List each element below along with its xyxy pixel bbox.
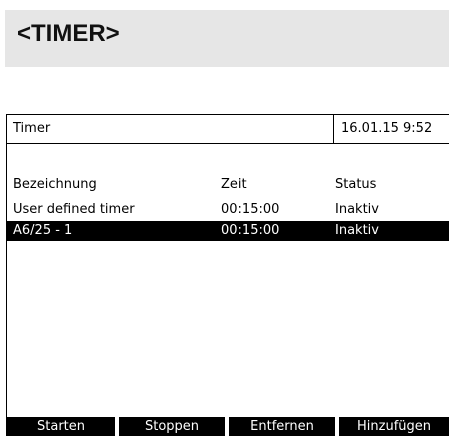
datetime-box: 16.01.15 9:52 (333, 115, 449, 143)
column-header-name: Bezeichnung (13, 177, 97, 192)
table-header: Bezeichnung Zeit Status (7, 175, 449, 195)
screen-title: Timer (13, 121, 51, 136)
start-button[interactable]: Starten (7, 417, 115, 436)
column-header-time: Zeit (221, 177, 247, 192)
timer-name: User defined timer (13, 202, 135, 217)
timer-status: Inaktiv (335, 202, 379, 217)
datetime-display: 16.01.15 9:52 (341, 121, 433, 136)
table-row[interactable]: User defined timer 00:15:00 Inaktiv (7, 200, 449, 220)
section-heading: <TIMER> (17, 20, 120, 47)
column-header-status: Status (335, 177, 377, 192)
timer-status: Inaktiv (335, 223, 379, 238)
remove-button[interactable]: Entfernen (229, 417, 335, 436)
device-screen: Timer 16.01.15 9:52 Bezeichnung Zeit Sta… (6, 114, 449, 436)
timer-time: 00:15:00 (221, 202, 280, 217)
stop-button[interactable]: Stoppen (119, 417, 225, 436)
table-row-selected[interactable]: A6/25 - 1 00:15:00 Inaktiv (7, 221, 449, 241)
timer-name: A6/25 - 1 (13, 223, 73, 238)
timer-time: 00:15:00 (221, 223, 280, 238)
add-button[interactable]: Hinzufügen (339, 417, 449, 436)
softkey-bar: Starten Stoppen Entfernen Hinzufügen (7, 417, 449, 436)
screen-title-bar: Timer 16.01.15 9:52 (7, 115, 449, 144)
manual-page: <TIMER> Timer 16.01.15 9:52 Bezeichnung … (0, 0, 449, 436)
